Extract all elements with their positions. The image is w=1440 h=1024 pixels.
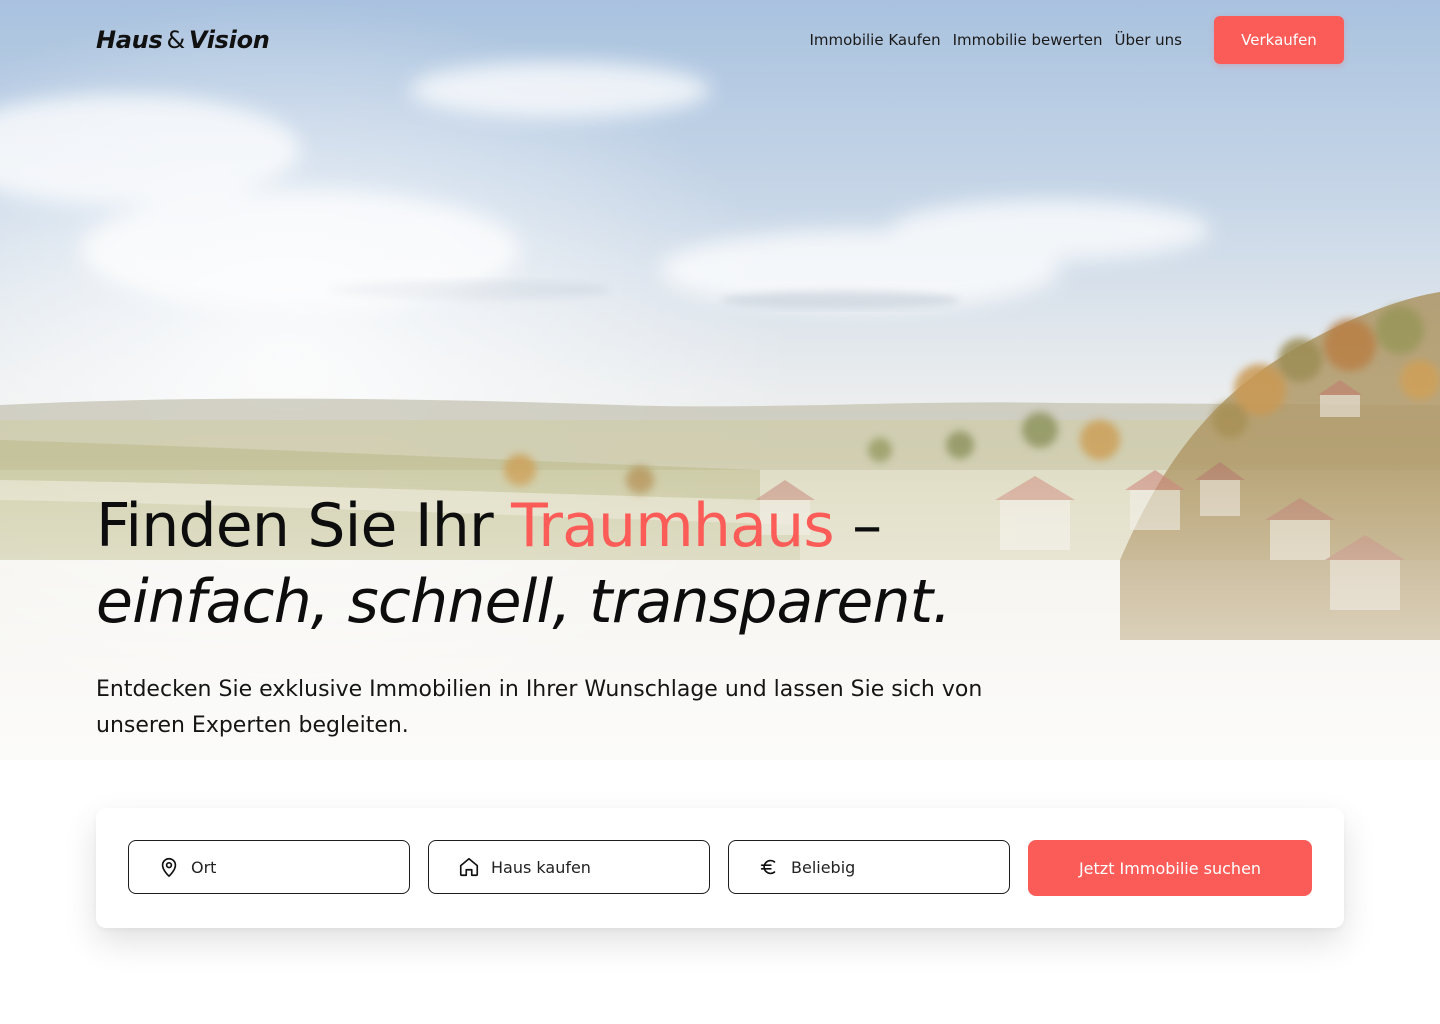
- euro-icon: [757, 855, 781, 879]
- headline-accent: Traumhaus: [511, 491, 834, 561]
- property-type-field[interactable]: Haus kaufen: [428, 840, 710, 894]
- brand-name-part2: Vision: [188, 26, 270, 54]
- brand-name-part1: Haus: [96, 26, 163, 54]
- location-field-value: Ort: [191, 857, 217, 877]
- brand-logo[interactable]: Haus & Vision: [96, 26, 270, 54]
- verkaufen-button[interactable]: Verkaufen: [1214, 16, 1344, 64]
- site-header: Haus & Vision Immobilie Kaufen Immobilie b…: [96, 16, 1344, 64]
- nav-link-immobilie-kaufen[interactable]: Immobilie Kaufen: [809, 31, 940, 49]
- house-icon: [457, 855, 481, 879]
- hero-headline: Finden Sie Ihr Traumhaus – einfach, schn…: [96, 488, 951, 640]
- nav-link-immobilie-bewerten[interactable]: Immobilie bewerten: [953, 31, 1103, 49]
- hero-subtitle: Entdecken Sie exklusive Immobilien in Ih…: [96, 677, 983, 738]
- main-navigation: Immobilie Kaufen Immobilie bewerten Über…: [809, 16, 1344, 64]
- headline-line2: einfach, schnell, transparent.: [96, 567, 951, 637]
- price-field-value: Beliebig: [791, 857, 856, 877]
- headline-prefix: Finden Sie Ihr: [96, 491, 494, 561]
- price-field[interactable]: Beliebig: [728, 840, 1010, 894]
- property-search-form: Ort Haus kaufen Beliebig Jetzt Immobilie…: [96, 808, 1344, 928]
- brand-ampersand: &: [166, 26, 185, 54]
- nav-link-ueber-uns[interactable]: Über uns: [1115, 31, 1183, 49]
- map-pin-icon: [157, 855, 181, 879]
- property-type-field-value: Haus kaufen: [491, 857, 591, 877]
- location-field[interactable]: Ort: [128, 840, 410, 894]
- search-submit-button[interactable]: Jetzt Immobilie suchen: [1028, 840, 1312, 896]
- headline-suffix: –: [852, 491, 882, 561]
